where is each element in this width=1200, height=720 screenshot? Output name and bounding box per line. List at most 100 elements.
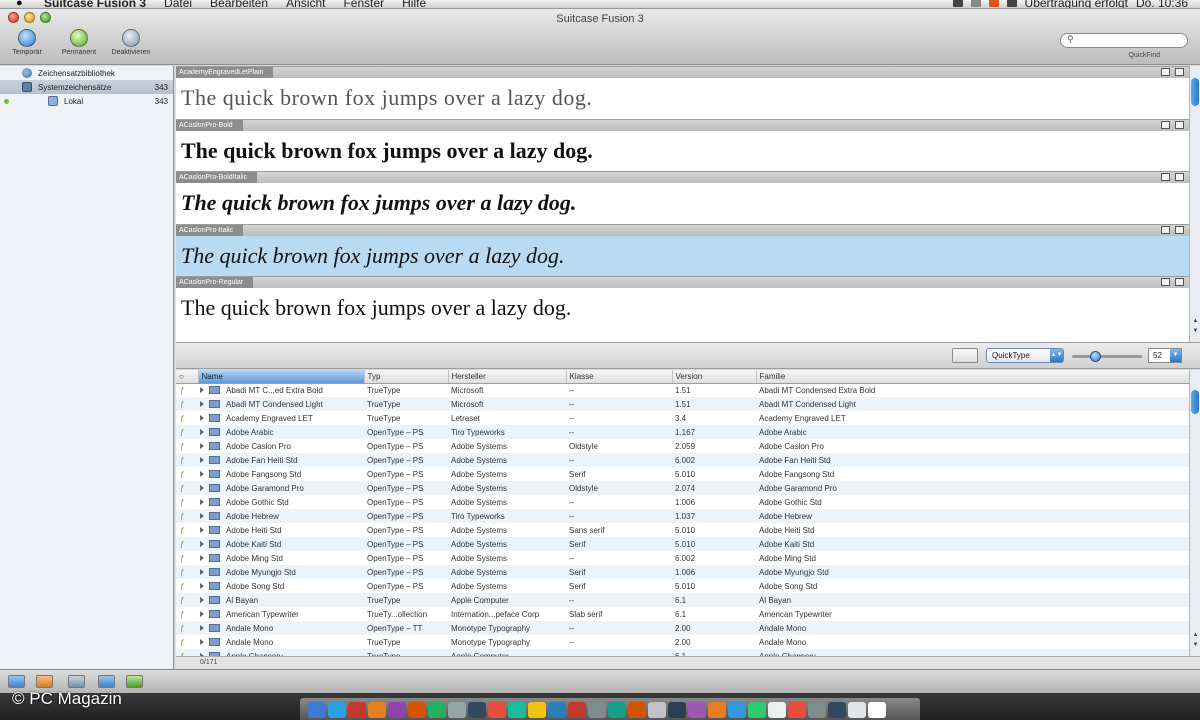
window-icon[interactable] bbox=[1175, 278, 1184, 286]
font-type-icon[interactable]: ƒ bbox=[176, 537, 198, 551]
dock-app-icon[interactable] bbox=[428, 702, 446, 718]
font-type-icon[interactable]: ƒ bbox=[176, 523, 198, 537]
add-folder-button[interactable] bbox=[36, 675, 53, 688]
font-type-icon[interactable]: ƒ bbox=[176, 593, 198, 607]
table-row[interactable]: ƒ Adobe Ming Std OpenType – PS Adobe System… bbox=[176, 551, 1189, 565]
disclosure-triangle-icon[interactable] bbox=[200, 526, 204, 533]
font-type-icon[interactable]: ƒ bbox=[176, 635, 198, 649]
print-icon[interactable] bbox=[1161, 278, 1170, 286]
menu-datei[interactable]: Datei bbox=[164, 0, 192, 8]
scroll-up-arrow-icon[interactable]: ▲ bbox=[1191, 632, 1200, 638]
table-row[interactable]: ƒ Adobe Heiti Std OpenType – PS Adobe Syste… bbox=[176, 523, 1189, 537]
table-row[interactable]: ƒ Academy Engraved LET TrueType Letraset -- 3… bbox=[176, 411, 1189, 425]
scroll-thumb[interactable] bbox=[1191, 78, 1199, 106]
disclosure-triangle-icon[interactable] bbox=[200, 638, 204, 645]
dock-app-icon[interactable] bbox=[668, 702, 686, 718]
dock-app-icon[interactable] bbox=[788, 702, 806, 718]
dock-app-icon[interactable] bbox=[828, 702, 846, 718]
size-field[interactable]: 52 ▼ bbox=[1148, 348, 1182, 363]
table-row[interactable]: ƒ Al Bayan TrueType Apple Computer -- 6.1 Al B… bbox=[176, 593, 1189, 607]
dock-app-icon[interactable] bbox=[388, 702, 406, 718]
status-icon[interactable] bbox=[970, 0, 981, 7]
dock-app-icon[interactable] bbox=[628, 702, 646, 718]
disclosure-triangle-icon[interactable] bbox=[200, 386, 204, 393]
font-preview-item[interactable]: ACaslonPro-Italic The quick brown fox jum… bbox=[176, 223, 1189, 277]
menu-app-name[interactable]: Suitcase Fusion 3 bbox=[44, 0, 146, 8]
permanent-activate-button[interactable]: Permanent bbox=[58, 29, 100, 56]
dock-app-icon[interactable] bbox=[368, 702, 386, 718]
preview-options-button[interactable] bbox=[952, 348, 978, 363]
font-type-icon[interactable]: ƒ bbox=[176, 551, 198, 565]
dock-app-icon[interactable] bbox=[348, 702, 366, 718]
font-preview-item[interactable]: ACaslonPro-Bold The quick brown fox jumps… bbox=[176, 118, 1189, 172]
quickfind-input[interactable] bbox=[1083, 35, 1178, 47]
dock-app-icon[interactable] bbox=[808, 702, 826, 718]
font-type-icon[interactable]: ƒ bbox=[176, 397, 198, 411]
table-row[interactable]: ƒ Adobe Caslon Pro OpenType – PS Adobe Syst… bbox=[176, 439, 1189, 453]
info-button[interactable] bbox=[98, 675, 115, 688]
table-row[interactable]: ƒ Adobe Kaiti Std OpenType – PS Adobe Syste… bbox=[176, 537, 1189, 551]
column-header-type[interactable]: Typ bbox=[364, 370, 449, 384]
dock-app-icon[interactable] bbox=[508, 702, 526, 718]
status-icon[interactable] bbox=[1006, 0, 1017, 7]
status-text[interactable]: Übertragung erfolgt bbox=[1025, 0, 1128, 8]
clock[interactable]: Do. 10:36 bbox=[1136, 0, 1188, 8]
dock-app-icon[interactable] bbox=[588, 702, 606, 718]
table-row[interactable]: ƒ American Typewriter TrueTy...ollection In… bbox=[176, 607, 1189, 621]
disclosure-triangle-icon[interactable] bbox=[200, 624, 204, 631]
status-icon[interactable] bbox=[952, 0, 963, 7]
font-type-icon[interactable]: ƒ bbox=[176, 425, 198, 439]
dock-app-icon[interactable] bbox=[568, 702, 586, 718]
table-row[interactable]: ƒ Adobe Fan Heiti Std OpenType – PS Adobe S… bbox=[176, 453, 1189, 467]
window-icon[interactable] bbox=[1175, 120, 1184, 129]
table-row[interactable]: ƒ Andale Mono OpenType – TT Monotype Typogr… bbox=[176, 621, 1189, 635]
dock-app-icon[interactable] bbox=[708, 702, 726, 718]
font-preview-item[interactable]: ACaslonPro-BoldItalic The quick brown fox… bbox=[176, 171, 1189, 224]
disclosure-triangle-icon[interactable] bbox=[200, 610, 204, 617]
apple-menu-icon[interactable]: ● bbox=[16, 0, 23, 8]
dock-app-icon[interactable] bbox=[648, 702, 666, 718]
disclosure-triangle-icon[interactable] bbox=[200, 456, 204, 463]
disclosure-triangle-icon[interactable] bbox=[200, 512, 204, 519]
disclosure-triangle-icon[interactable] bbox=[200, 442, 204, 449]
scroll-thumb[interactable] bbox=[1191, 390, 1199, 414]
disclosure-triangle-icon[interactable] bbox=[200, 484, 204, 491]
table-row[interactable]: ƒ Adobe Myungjo Std OpenType – PS Adobe Sys… bbox=[176, 565, 1189, 579]
table-row[interactable]: ƒ Adobe Song Std OpenType – PS Adobe System… bbox=[176, 579, 1189, 593]
dock-app-icon[interactable] bbox=[328, 702, 346, 718]
activate-button[interactable] bbox=[126, 675, 143, 688]
font-preview-item[interactable]: ACaslonPro-Regular The quick brown fox ju… bbox=[176, 276, 1189, 329]
scroll-down-arrow-icon[interactable]: ▼ bbox=[1191, 328, 1200, 334]
deactivate-button[interactable]: Deaktivieren bbox=[110, 29, 152, 56]
table-row[interactable]: ƒ Adobe Fangsong Std OpenType – PS Adobe Sy… bbox=[176, 467, 1189, 481]
table-row[interactable]: ƒ Abadi MT C...ed Extra Bold TrueType Micro… bbox=[176, 383, 1189, 397]
font-type-icon[interactable]: ƒ bbox=[176, 607, 198, 621]
disclosure-triangle-icon[interactable] bbox=[200, 428, 204, 435]
disclosure-triangle-icon[interactable] bbox=[200, 414, 204, 421]
add-set-button[interactable] bbox=[8, 675, 25, 688]
action-button[interactable] bbox=[68, 675, 85, 688]
window-icon[interactable] bbox=[1175, 173, 1184, 181]
table-row[interactable]: ƒ Adobe Gothic Std OpenType – PS Adobe Syst… bbox=[176, 495, 1189, 509]
font-type-icon[interactable]: ƒ bbox=[176, 453, 198, 467]
disclosure-triangle-icon[interactable] bbox=[200, 498, 204, 505]
font-type-icon[interactable]: ƒ bbox=[176, 481, 198, 495]
disclosure-triangle-icon[interactable] bbox=[200, 470, 204, 477]
font-type-icon[interactable]: ƒ bbox=[176, 579, 198, 593]
disclosure-triangle-icon[interactable] bbox=[200, 540, 204, 547]
dock-app-icon[interactable] bbox=[468, 702, 486, 718]
font-type-icon[interactable]: ƒ bbox=[176, 565, 198, 579]
sidebar-item-library[interactable]: Zeichensatzbibliothek bbox=[0, 66, 173, 80]
table-row[interactable]: ƒ Abadi MT Condensed Light TrueType Microso… bbox=[176, 397, 1189, 411]
dock-app-icon[interactable] bbox=[688, 702, 706, 718]
menu-bearbeiten[interactable]: Bearbeiten bbox=[210, 0, 268, 8]
dock-app-icon[interactable] bbox=[768, 702, 786, 718]
dock-app-icon[interactable] bbox=[308, 702, 326, 718]
font-type-icon[interactable]: ƒ bbox=[176, 649, 198, 657]
dock-app-icon[interactable] bbox=[728, 702, 746, 718]
table-row[interactable]: ƒ Adobe Arabic OpenType – PS Tiro Typeworks… bbox=[176, 425, 1189, 439]
column-header-version[interactable]: Version bbox=[672, 370, 757, 384]
dock-app-icon[interactable] bbox=[528, 702, 546, 718]
print-icon[interactable] bbox=[1161, 173, 1170, 181]
font-preview-item[interactable]: AcademyEngravedLetPlain The quick brown f… bbox=[176, 66, 1189, 119]
